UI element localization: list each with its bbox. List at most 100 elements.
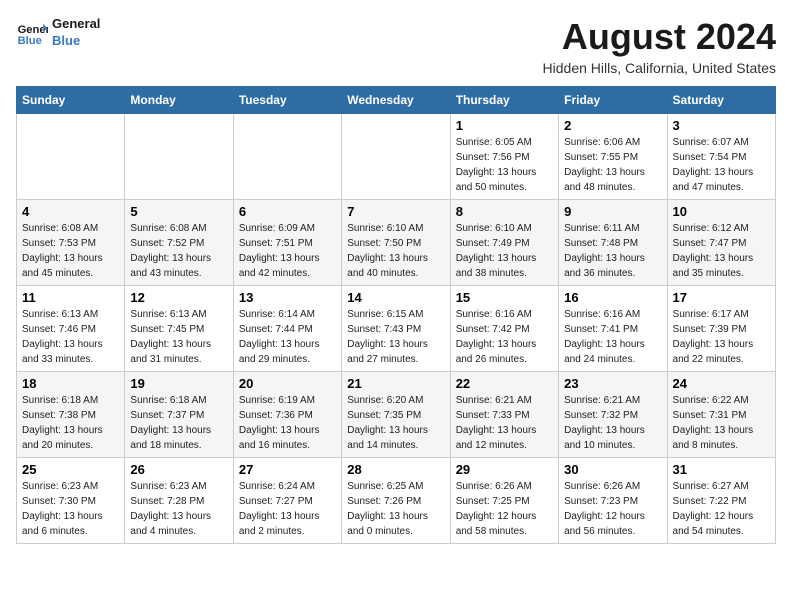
day-number: 27 xyxy=(239,462,336,477)
day-info: Sunrise: 6:22 AMSunset: 7:31 PMDaylight:… xyxy=(673,393,770,453)
day-cell: 17 Sunrise: 6:17 AMSunset: 7:39 PMDayligh… xyxy=(667,286,775,372)
calendar-table: SundayMondayTuesdayWednesdayThursdayFrid… xyxy=(16,86,776,544)
day-info: Sunrise: 6:17 AMSunset: 7:39 PMDaylight:… xyxy=(673,307,770,367)
logo: General Blue General Blue xyxy=(16,16,100,50)
day-number: 3 xyxy=(673,118,770,133)
day-info: Sunrise: 6:13 AMSunset: 7:46 PMDaylight:… xyxy=(22,307,119,367)
day-info: Sunrise: 6:26 AMSunset: 7:23 PMDaylight:… xyxy=(564,479,661,539)
day-number: 6 xyxy=(239,204,336,219)
day-cell: 8Sunrise: 6:10 AMSunset: 7:49 PMDaylight… xyxy=(450,200,558,286)
day-info: Sunrise: 6:11 AMSunset: 7:48 PMDaylight:… xyxy=(564,221,661,281)
week-row-2: 4Sunrise: 6:08 AMSunset: 7:53 PMDaylight… xyxy=(17,200,776,286)
location-title: Hidden Hills, California, United States xyxy=(543,60,776,76)
day-number: 24 xyxy=(673,376,770,391)
day-info: Sunrise: 6:13 AMSunset: 7:45 PMDaylight:… xyxy=(130,307,227,367)
day-number: 2 xyxy=(564,118,661,133)
week-row-3: 11 Sunrise: 6:13 AMSunset: 7:46 PMDayligh… xyxy=(17,286,776,372)
day-info: Sunrise: 6:25 AMSunset: 7:26 PMDaylight:… xyxy=(347,479,444,539)
logo-line1: General xyxy=(52,16,100,33)
week-row-1: 1 Sunrise: 6:05 AMSunset: 7:56 PMDaylight… xyxy=(17,114,776,200)
day-cell: 4Sunrise: 6:08 AMSunset: 7:53 PMDaylight… xyxy=(17,200,125,286)
svg-text:Blue: Blue xyxy=(18,35,42,47)
day-cell: 14 Sunrise: 6:15 AMSunset: 7:43 PMDayligh… xyxy=(342,286,450,372)
day-cell: 26 Sunrise: 6:23 AMSunset: 7:28 PMDayligh… xyxy=(125,458,233,544)
day-cell: 13Sunrise: 6:14 AMSunset: 7:44 PMDayligh… xyxy=(233,286,341,372)
day-cell: 3 Sunrise: 6:07 AMSunset: 7:54 PMDaylight… xyxy=(667,114,775,200)
day-info: Sunrise: 6:05 AMSunset: 7:56 PMDaylight:… xyxy=(456,135,553,195)
title-section: August 2024 Hidden Hills, California, Un… xyxy=(543,16,776,76)
day-number: 25 xyxy=(22,462,119,477)
day-number: 18 xyxy=(22,376,119,391)
day-cell: 10 Sunrise: 6:12 AMSunset: 7:47 PMDayligh… xyxy=(667,200,775,286)
header-cell-sunday: Sunday xyxy=(17,87,125,114)
day-cell: 1 Sunrise: 6:05 AMSunset: 7:56 PMDaylight… xyxy=(450,114,558,200)
day-info: Sunrise: 6:07 AMSunset: 7:54 PMDaylight:… xyxy=(673,135,770,195)
day-info: Sunrise: 6:26 AMSunset: 7:25 PMDaylight:… xyxy=(456,479,553,539)
day-number: 11 xyxy=(22,290,119,305)
day-cell: 5Sunrise: 6:08 AMSunset: 7:52 PMDaylight… xyxy=(125,200,233,286)
day-cell xyxy=(17,114,125,200)
day-cell: 29 Sunrise: 6:26 AMSunset: 7:25 PMDayligh… xyxy=(450,458,558,544)
day-info: Sunrise: 6:19 AMSunset: 7:36 PMDaylight:… xyxy=(239,393,336,453)
day-number: 17 xyxy=(673,290,770,305)
header-cell-wednesday: Wednesday xyxy=(342,87,450,114)
day-cell: 22Sunrise: 6:21 AMSunset: 7:33 PMDayligh… xyxy=(450,372,558,458)
week-row-4: 18 Sunrise: 6:18 AMSunset: 7:38 PMDayligh… xyxy=(17,372,776,458)
header: General Blue General Blue August 2024 Hi… xyxy=(16,16,776,76)
month-title: August 2024 xyxy=(543,16,776,58)
day-info: Sunrise: 6:12 AMSunset: 7:47 PMDaylight:… xyxy=(673,221,770,281)
day-info: Sunrise: 6:21 AMSunset: 7:33 PMDaylight:… xyxy=(456,393,553,453)
day-info: Sunrise: 6:27 AMSunset: 7:22 PMDaylight:… xyxy=(673,479,770,539)
day-cell: 25Sunrise: 6:23 AMSunset: 7:30 PMDayligh… xyxy=(17,458,125,544)
day-number: 14 xyxy=(347,290,444,305)
day-number: 1 xyxy=(456,118,553,133)
day-cell: 19Sunrise: 6:18 AMSunset: 7:37 PMDayligh… xyxy=(125,372,233,458)
day-info: Sunrise: 6:09 AMSunset: 7:51 PMDaylight:… xyxy=(239,221,336,281)
day-number: 8 xyxy=(456,204,553,219)
day-number: 23 xyxy=(564,376,661,391)
day-info: Sunrise: 6:18 AMSunset: 7:38 PMDaylight:… xyxy=(22,393,119,453)
day-cell: 31Sunrise: 6:27 AMSunset: 7:22 PMDayligh… xyxy=(667,458,775,544)
header-cell-monday: Monday xyxy=(125,87,233,114)
header-cell-friday: Friday xyxy=(559,87,667,114)
day-number: 29 xyxy=(456,462,553,477)
day-info: Sunrise: 6:10 AMSunset: 7:50 PMDaylight:… xyxy=(347,221,444,281)
day-number: 20 xyxy=(239,376,336,391)
header-cell-thursday: Thursday xyxy=(450,87,558,114)
day-cell: 11 Sunrise: 6:13 AMSunset: 7:46 PMDayligh… xyxy=(17,286,125,372)
calendar-body: 1 Sunrise: 6:05 AMSunset: 7:56 PMDaylight… xyxy=(17,114,776,544)
day-cell: 21Sunrise: 6:20 AMSunset: 7:35 PMDayligh… xyxy=(342,372,450,458)
day-cell: 7 Sunrise: 6:10 AMSunset: 7:50 PMDaylight… xyxy=(342,200,450,286)
day-info: Sunrise: 6:15 AMSunset: 7:43 PMDaylight:… xyxy=(347,307,444,367)
day-info: Sunrise: 6:21 AMSunset: 7:32 PMDaylight:… xyxy=(564,393,661,453)
day-number: 9 xyxy=(564,204,661,219)
logo-icon: General Blue xyxy=(16,17,48,49)
header-cell-tuesday: Tuesday xyxy=(233,87,341,114)
day-cell xyxy=(125,114,233,200)
day-number: 19 xyxy=(130,376,227,391)
day-number: 16 xyxy=(564,290,661,305)
day-number: 10 xyxy=(673,204,770,219)
day-cell: 23 Sunrise: 6:21 AMSunset: 7:32 PMDayligh… xyxy=(559,372,667,458)
day-cell xyxy=(342,114,450,200)
day-number: 26 xyxy=(130,462,227,477)
day-cell: 16 Sunrise: 6:16 AMSunset: 7:41 PMDayligh… xyxy=(559,286,667,372)
day-info: Sunrise: 6:24 AMSunset: 7:27 PMDaylight:… xyxy=(239,479,336,539)
day-cell: 2Sunrise: 6:06 AMSunset: 7:55 PMDaylight… xyxy=(559,114,667,200)
day-info: Sunrise: 6:23 AMSunset: 7:28 PMDaylight:… xyxy=(130,479,227,539)
logo-line2: Blue xyxy=(52,33,100,50)
calendar-header: SundayMondayTuesdayWednesdayThursdayFrid… xyxy=(17,87,776,114)
day-cell: 28Sunrise: 6:25 AMSunset: 7:26 PMDayligh… xyxy=(342,458,450,544)
header-cell-saturday: Saturday xyxy=(667,87,775,114)
week-row-5: 25Sunrise: 6:23 AMSunset: 7:30 PMDayligh… xyxy=(17,458,776,544)
day-cell: 6 Sunrise: 6:09 AMSunset: 7:51 PMDaylight… xyxy=(233,200,341,286)
day-cell: 9 Sunrise: 6:11 AMSunset: 7:48 PMDaylight… xyxy=(559,200,667,286)
day-cell: 27 Sunrise: 6:24 AMSunset: 7:27 PMDayligh… xyxy=(233,458,341,544)
day-info: Sunrise: 6:08 AMSunset: 7:53 PMDaylight:… xyxy=(22,221,119,281)
day-info: Sunrise: 6:16 AMSunset: 7:42 PMDaylight:… xyxy=(456,307,553,367)
day-number: 7 xyxy=(347,204,444,219)
day-cell: 12Sunrise: 6:13 AMSunset: 7:45 PMDayligh… xyxy=(125,286,233,372)
day-info: Sunrise: 6:20 AMSunset: 7:35 PMDaylight:… xyxy=(347,393,444,453)
day-info: Sunrise: 6:16 AMSunset: 7:41 PMDaylight:… xyxy=(564,307,661,367)
header-row: SundayMondayTuesdayWednesdayThursdayFrid… xyxy=(17,87,776,114)
